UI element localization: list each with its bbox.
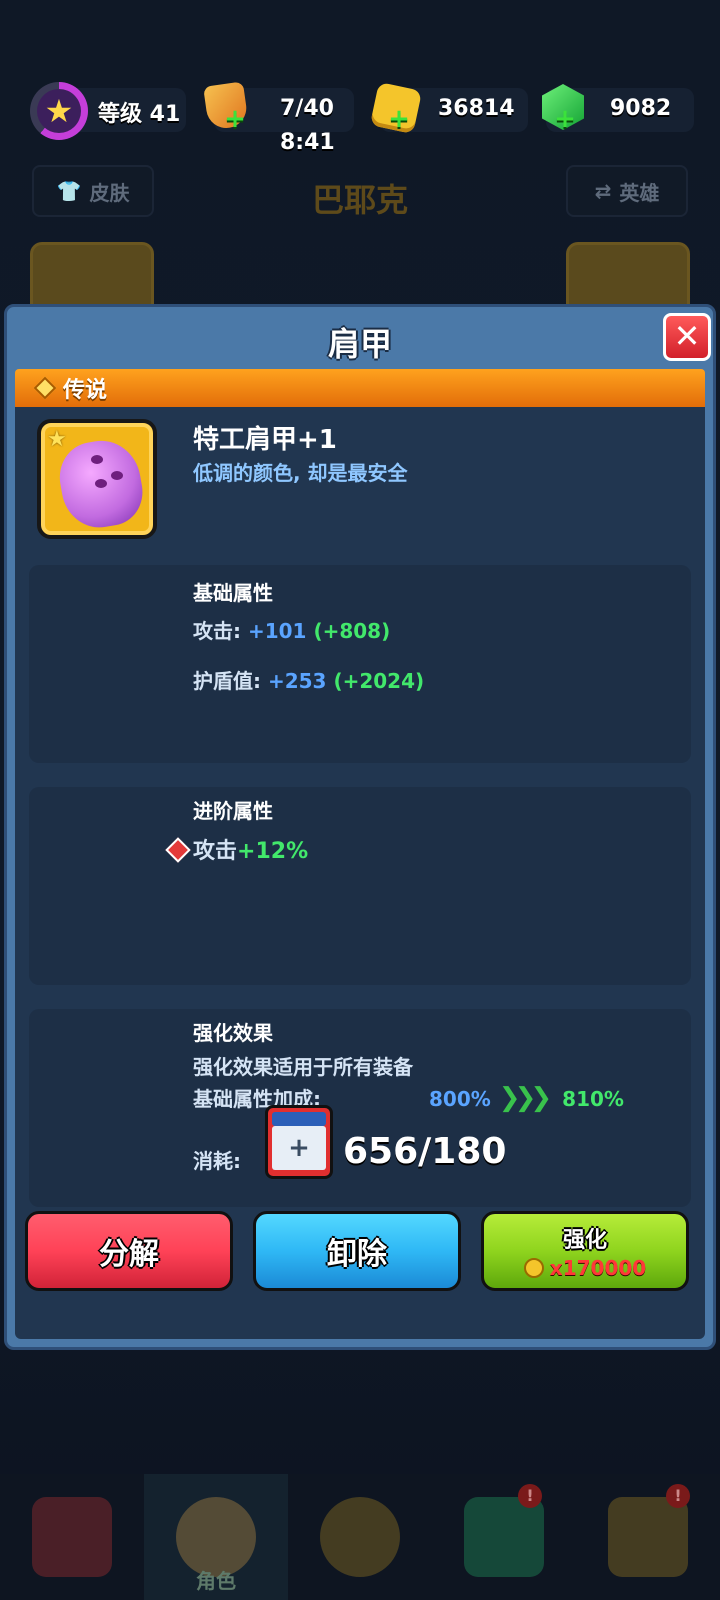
item-name: 特工肩甲+1 [193, 425, 337, 455]
coin-icon [523, 1258, 544, 1278]
red-gem-icon [165, 837, 191, 863]
shield-label: 护盾值: [193, 669, 268, 693]
chevron-right-icon: ❯❯❯ [498, 1083, 552, 1113]
upgrade-button-label: 强化 [562, 1228, 607, 1253]
upgrade-button[interactable]: 强化 x170000 [481, 1211, 689, 1291]
crosshair-icon [320, 1497, 400, 1577]
armor-spot [91, 455, 103, 464]
attack-stat: 攻击: +101 (+808) [193, 615, 390, 644]
add-gems-icon[interactable]: + [554, 106, 576, 132]
shirt-icon: 👕 [56, 179, 82, 203]
level-label: 等级 41 [98, 102, 181, 127]
nav-upgrade[interactable]: ! [432, 1474, 576, 1600]
notification-badge: ! [518, 1484, 542, 1508]
upgrade-ticket-icon: + [265, 1105, 333, 1179]
gem-counter[interactable]: + 9082 [542, 84, 694, 132]
armor-spot [95, 479, 107, 488]
unequip-button-label: 卸除 [327, 1237, 387, 1272]
shop-icon [32, 1497, 112, 1577]
energy-timer: 8:41 [280, 130, 335, 155]
energy-value: 7/40 [280, 96, 334, 121]
gem-value: 9082 [610, 96, 672, 121]
rarity-banner: 传说 [15, 369, 705, 407]
nav-shop[interactable] [0, 1474, 144, 1600]
attack-label: 攻击: [193, 619, 248, 643]
attack-value: +101 [247, 619, 307, 643]
base-bonus-change: 800% ❯❯❯ 810% [429, 1083, 624, 1113]
nav-character-label: 角色 [196, 1569, 236, 1593]
close-button[interactable]: ✕ [663, 313, 711, 361]
upgrade-cost-value: x170000 [549, 1256, 647, 1280]
modal-title: 肩甲 [327, 325, 392, 363]
energy-counter[interactable]: + 7/40 8:41 [203, 81, 354, 155]
advanced-attributes-title: 进阶属性 [193, 799, 273, 823]
base-attributes-panel: 基础属性 攻击: +101 (+808) 护盾值: +253 (+2024) [29, 565, 691, 763]
bonus-from: 800% [429, 1087, 491, 1111]
base-attributes-title: 基础属性 [193, 581, 273, 605]
rarity-diamond-icon [33, 376, 57, 400]
notification-badge: ! [666, 1484, 690, 1508]
hero-switch-button[interactable]: ⇄ 英雄 [566, 165, 688, 217]
cost-value: 656/180 [343, 1131, 507, 1172]
advanced-attack-value: +12% [237, 839, 309, 864]
shield-stat: 护盾值: +253 (+2024) [193, 665, 424, 694]
add-coins-icon[interactable]: + [388, 106, 410, 132]
enhance-panel: 强化效果 强化效果适用于所有装备 基础属性加成: 800% ❯❯❯ 810% 消耗:… [29, 1009, 691, 1207]
hero-header: 👕 皮肤 巴耶克 ⇄ 英雄 [0, 165, 720, 225]
unequip-button[interactable]: 卸除 [253, 1211, 461, 1291]
armor-spot [111, 471, 123, 480]
hero-button-label: 英雄 [619, 180, 660, 205]
item-description: 低调的颜色, 却是最安全 [193, 461, 408, 485]
enhance-title: 强化效果 [193, 1021, 273, 1045]
shield-value: +253 [267, 669, 327, 693]
dismantle-button[interactable]: 分解 [25, 1211, 233, 1291]
cost-label: 消耗: [193, 1149, 241, 1173]
dismantle-button-label: 分解 [99, 1237, 159, 1272]
star-icon: ★ [47, 427, 67, 452]
skin-button[interactable]: 👕 皮肤 [32, 165, 154, 217]
nav-battle[interactable] [288, 1474, 432, 1600]
coin-value: 36814 [438, 96, 515, 121]
level-indicator[interactable]: ★ 等级 41 [30, 82, 186, 140]
plus-icon: + [272, 1126, 326, 1170]
trophy-icon [608, 1497, 688, 1577]
shield-bonus: (+2024) [333, 669, 425, 693]
nav-character[interactable]: 角色 [144, 1474, 288, 1600]
attack-bonus: (+808) [313, 619, 391, 643]
item-icon: ★ [37, 419, 157, 539]
nav-trophy[interactable]: ! [576, 1474, 720, 1600]
advanced-attack-stat: 攻击+12% [193, 833, 308, 865]
upgrade-arrow-icon [464, 1497, 544, 1577]
switch-icon: ⇄ [594, 179, 612, 203]
coin-counter[interactable]: + 36814 [369, 81, 528, 135]
hero-name: 巴耶克 [311, 181, 408, 219]
level-progress-ring: ★ [30, 82, 88, 140]
bottom-nav: 角色 ! ! [0, 1474, 720, 1600]
bonus-to: 810% [562, 1087, 624, 1111]
advanced-attack-label: 攻击 [193, 839, 238, 864]
add-energy-icon[interactable]: + [224, 106, 246, 132]
rarity-label: 传说 [63, 378, 108, 403]
item-detail-modal: 肩甲 ✕ 传说 ★ 特工肩甲+1 低调的颜色, 却是最安全 基础属性 攻击: +… [4, 304, 716, 1350]
skin-button-label: 皮肤 [89, 180, 130, 205]
star-icon: ★ [37, 89, 81, 133]
resource-bar: ★ 等级 41 + 7/40 8:41 + 36814 + 9082 [0, 78, 720, 168]
upgrade-cost: x170000 [523, 1256, 647, 1280]
ticket-header [272, 1112, 326, 1126]
advanced-attributes-panel: 进阶属性 攻击+12% [29, 787, 691, 985]
enhance-description: 强化效果适用于所有装备 [193, 1055, 413, 1079]
